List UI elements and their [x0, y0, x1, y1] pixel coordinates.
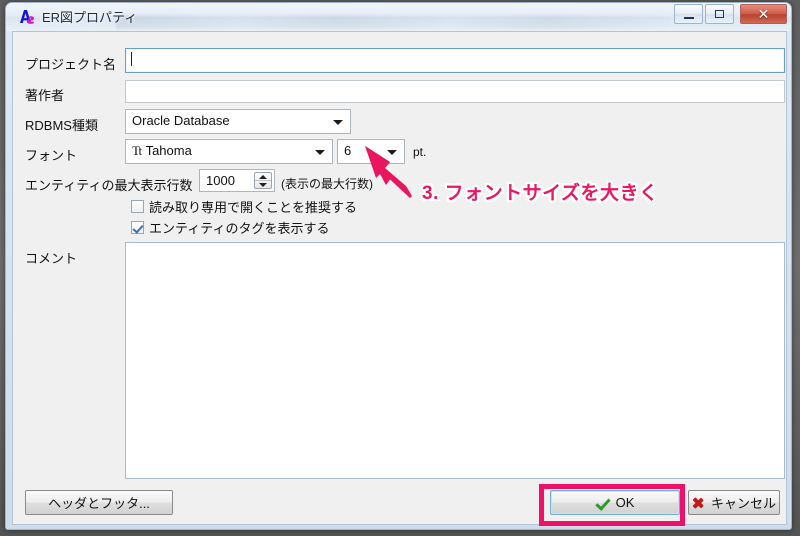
- maximize-icon: [706, 5, 733, 23]
- cancel-button[interactable]: キャンセル: [688, 490, 780, 515]
- desktop-background: ER図プロパティ ✕ プロジェクト名 著作者 RDBMS種類 Oracle Da…: [0, 0, 800, 536]
- cancel-x-icon: [692, 496, 705, 509]
- rdbms-label: RDBMS種類: [25, 118, 98, 133]
- er-properties-dialog: ER図プロパティ ✕ プロジェクト名 著作者 RDBMS種類 Oracle Da…: [5, 2, 792, 530]
- font-size-unit-label: pt.: [413, 145, 427, 159]
- max-rows-spinner[interactable]: 1000: [199, 169, 275, 192]
- max-rows-value: 1000: [206, 173, 235, 188]
- close-icon: ✕: [757, 5, 770, 22]
- minimize-button[interactable]: [674, 4, 703, 24]
- spinner-up-button[interactable]: [255, 173, 271, 181]
- author-label: 著作者: [25, 88, 65, 103]
- font-size-combobox[interactable]: 6: [337, 139, 405, 164]
- showtags-checkbox-label: エンティティのタグを表示する: [149, 221, 330, 236]
- comment-textarea[interactable]: [125, 242, 785, 479]
- as-logo-icon: [20, 10, 34, 24]
- chevron-down-icon: [387, 149, 397, 155]
- rdbms-value: Oracle Database: [132, 113, 230, 128]
- header-footer-button-label: ヘッダとフッタ...: [48, 496, 150, 511]
- max-rows-hint: (表示の最大行数): [281, 177, 373, 191]
- dialog-client-area: プロジェクト名 著作者 RDBMS種類 Oracle Database フォント…: [12, 31, 787, 525]
- font-preview-icon: Tt: [132, 143, 142, 158]
- header-footer-button[interactable]: ヘッダとフッタ...: [25, 490, 173, 515]
- spinner-buttons[interactable]: [254, 172, 272, 189]
- font-label: フォント: [25, 148, 78, 163]
- readonly-checkbox-row[interactable]: 読み取り専用で開くことを推奨する: [131, 197, 357, 216]
- close-button[interactable]: ✕: [740, 4, 787, 24]
- showtags-checkbox-row[interactable]: エンティティのタグを表示する: [131, 218, 329, 237]
- aero-glass-reflection: [116, 15, 671, 29]
- maximize-button[interactable]: [705, 4, 734, 24]
- title-bar[interactable]: ER図プロパティ ✕: [6, 3, 791, 31]
- check-icon: [596, 497, 610, 509]
- ok-button[interactable]: OK: [550, 490, 680, 515]
- chevron-down-icon: [333, 119, 343, 125]
- rdbms-combobox[interactable]: Oracle Database: [125, 109, 351, 134]
- project-name-input[interactable]: [125, 48, 785, 73]
- triangle-down-icon: [259, 182, 267, 187]
- project-name-label: プロジェクト名: [25, 57, 117, 72]
- minimize-icon: [675, 5, 702, 23]
- font-family-value: Tahoma: [145, 143, 192, 158]
- ok-button-label: OK: [615, 495, 635, 510]
- max-rows-label: エンティティの最大表示行数: [25, 178, 193, 193]
- triangle-up-icon: [259, 174, 267, 179]
- spinner-down-button[interactable]: [255, 181, 271, 188]
- readonly-checkbox[interactable]: [131, 200, 144, 213]
- showtags-checkbox[interactable]: [131, 221, 144, 234]
- font-size-value: 6: [344, 143, 352, 158]
- readonly-checkbox-label: 読み取り専用で開くことを推奨する: [149, 200, 358, 215]
- annotation-label: 3. フォントサイズを大きく: [422, 183, 659, 204]
- author-input[interactable]: [125, 80, 785, 103]
- text-caret: [131, 52, 132, 66]
- font-family-combobox[interactable]: Tt Tahoma: [125, 139, 333, 164]
- window-title: ER図プロパティ: [42, 10, 138, 25]
- chevron-down-icon: [315, 149, 325, 155]
- comment-label: コメント: [25, 251, 78, 266]
- cancel-button-label: キャンセル: [710, 496, 776, 511]
